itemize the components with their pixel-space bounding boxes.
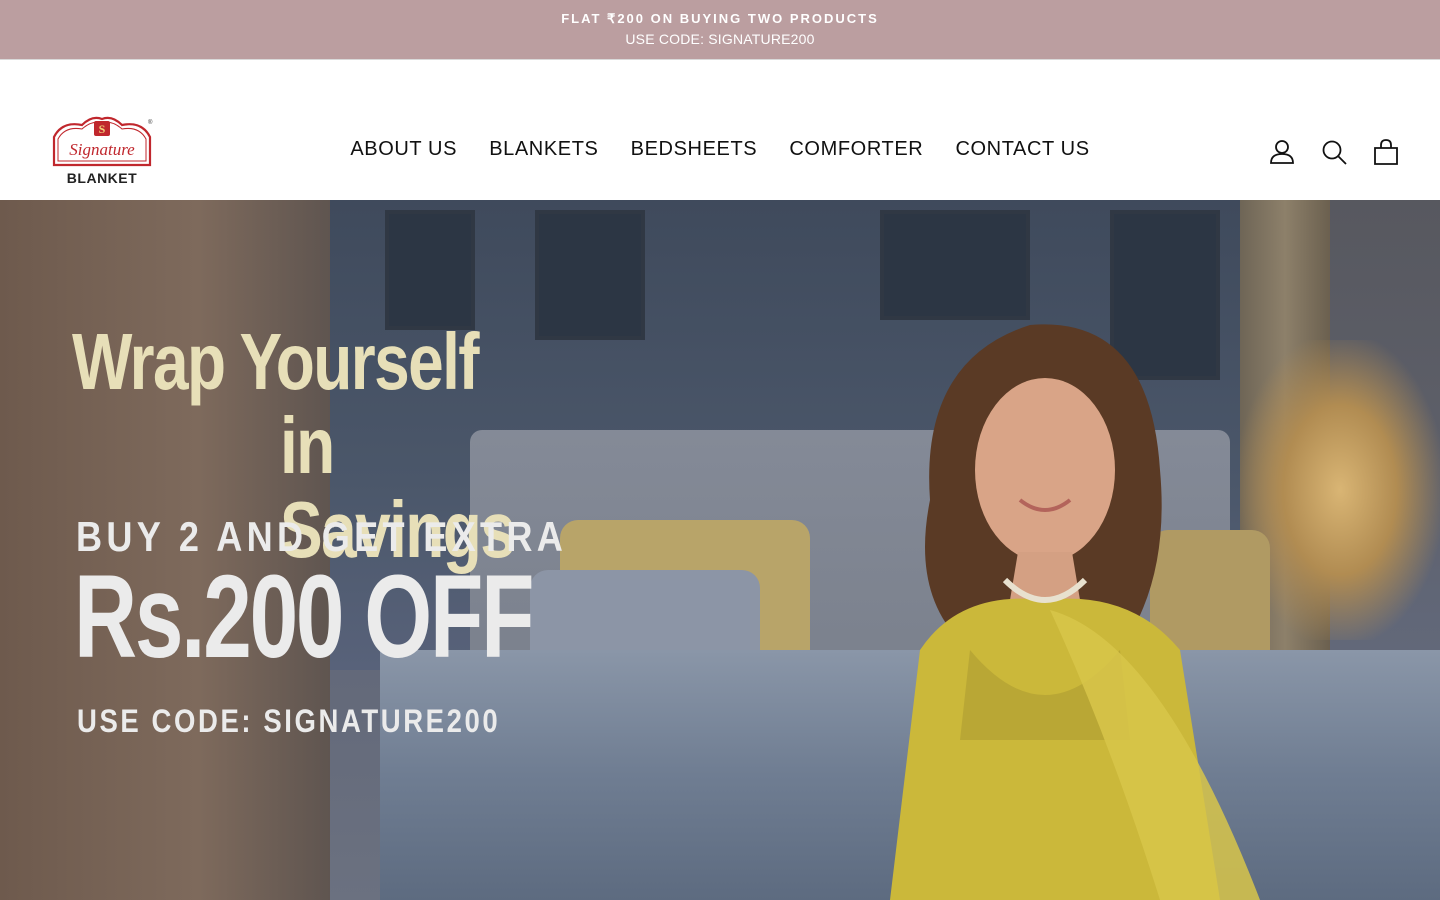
wall-frame: [385, 210, 475, 330]
hero-model-illustration: [890, 324, 1260, 900]
nav-item-blankets[interactable]: BLANKETS: [489, 138, 598, 161]
announcement-bar: FLAT ₹200 ON BUYING TWO PRODUCTS USE COD…: [0, 0, 1440, 60]
hero-headline-line1: Wrap Yourself: [72, 317, 480, 406]
cart-icon[interactable]: [1372, 138, 1400, 166]
svg-text:®: ®: [148, 119, 153, 126]
wall-frame: [880, 210, 1030, 320]
account-icon[interactable]: [1268, 138, 1296, 166]
nav-item-comforter[interactable]: COMFORTER: [789, 138, 923, 161]
site-header: S Signature ® BLANKET ABOUT US BLANKETS …: [0, 60, 1440, 200]
nav-item-bedsheets[interactable]: BEDSHEETS: [631, 138, 758, 161]
announcement-code-text: USE CODE: SIGNATURE200: [625, 31, 815, 47]
nav-item-contact-us[interactable]: CONTACT US: [955, 138, 1089, 161]
search-icon[interactable]: [1320, 138, 1348, 166]
announcement-offer-text: FLAT ₹200 ON BUYING TWO PRODUCTS: [561, 11, 879, 26]
hero-banner[interactable]: Wrap Yourself in Savings BUY 2 AND GET E…: [0, 200, 1440, 900]
nav-item-about-us[interactable]: ABOUT US: [350, 138, 457, 161]
main-nav: ABOUT US BLANKETS BEDSHEETS COMFORTER CO…: [0, 138, 1440, 161]
hero-code-line: USE CODE: SIGNATURE200: [77, 703, 501, 739]
logo-wordmark: BLANKET: [66, 170, 138, 186]
svg-text:S: S: [99, 122, 106, 136]
hero-offer-line: Rs.200 OFF: [74, 551, 534, 683]
